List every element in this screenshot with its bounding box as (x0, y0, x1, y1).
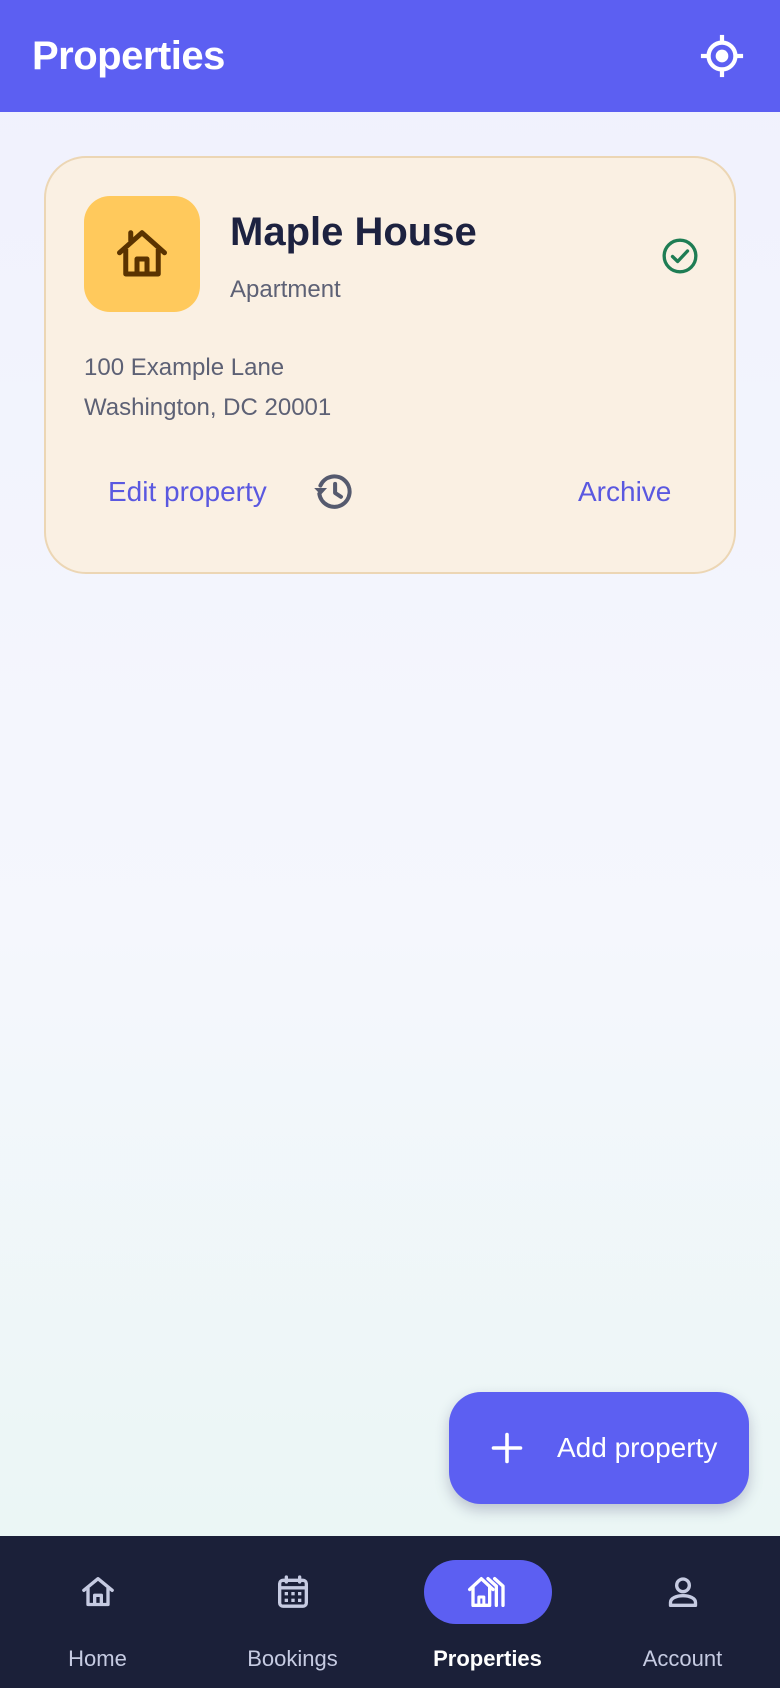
app-bar: Properties (0, 0, 780, 112)
page-title: Properties (32, 33, 225, 78)
add-property-button[interactable]: Add property (449, 1392, 749, 1504)
property-type: Apartment (230, 276, 341, 303)
my-location-button[interactable] (698, 32, 746, 80)
edit-property-button[interactable]: Edit property (108, 476, 267, 508)
property-name: Maple House (230, 210, 477, 254)
person-icon (668, 1577, 698, 1607)
property-card[interactable]: Maple House Apartment 100 Example Lane W… (44, 156, 736, 574)
nav-icon-container (619, 1560, 747, 1624)
house-icon (117, 230, 167, 277)
address-line-1: 100 Example Lane (84, 354, 285, 381)
archive-button[interactable]: Archive (578, 476, 671, 508)
bottom-navigation: Home Bookings Properties Account (0, 1536, 780, 1688)
history-button[interactable] (312, 470, 356, 514)
calendar-icon (278, 1575, 308, 1608)
nav-icon-container (424, 1560, 552, 1624)
home-icon (82, 1577, 114, 1607)
nav-icon-container (34, 1560, 162, 1624)
nav-item-properties[interactable]: Properties (390, 1536, 585, 1688)
address-line-2: Washington, DC 20001 (84, 394, 332, 421)
nav-label-home: Home (68, 1646, 127, 1671)
plus-icon (491, 1432, 523, 1464)
nav-label-properties: Properties (433, 1646, 542, 1671)
property-thumbnail (84, 196, 200, 312)
nav-item-account[interactable]: Account (585, 1536, 780, 1688)
history-icon (314, 474, 352, 509)
nav-label-bookings: Bookings (247, 1646, 338, 1671)
nav-item-bookings[interactable]: Bookings (195, 1536, 390, 1688)
properties-icon (467, 1577, 505, 1607)
my-location-icon (700, 34, 744, 78)
add-property-label: Add property (557, 1432, 718, 1463)
nav-label-account: Account (642, 1646, 723, 1671)
nav-icon-container (229, 1560, 357, 1624)
check-circle-icon (662, 238, 698, 274)
nav-item-home[interactable]: Home (0, 1536, 195, 1688)
